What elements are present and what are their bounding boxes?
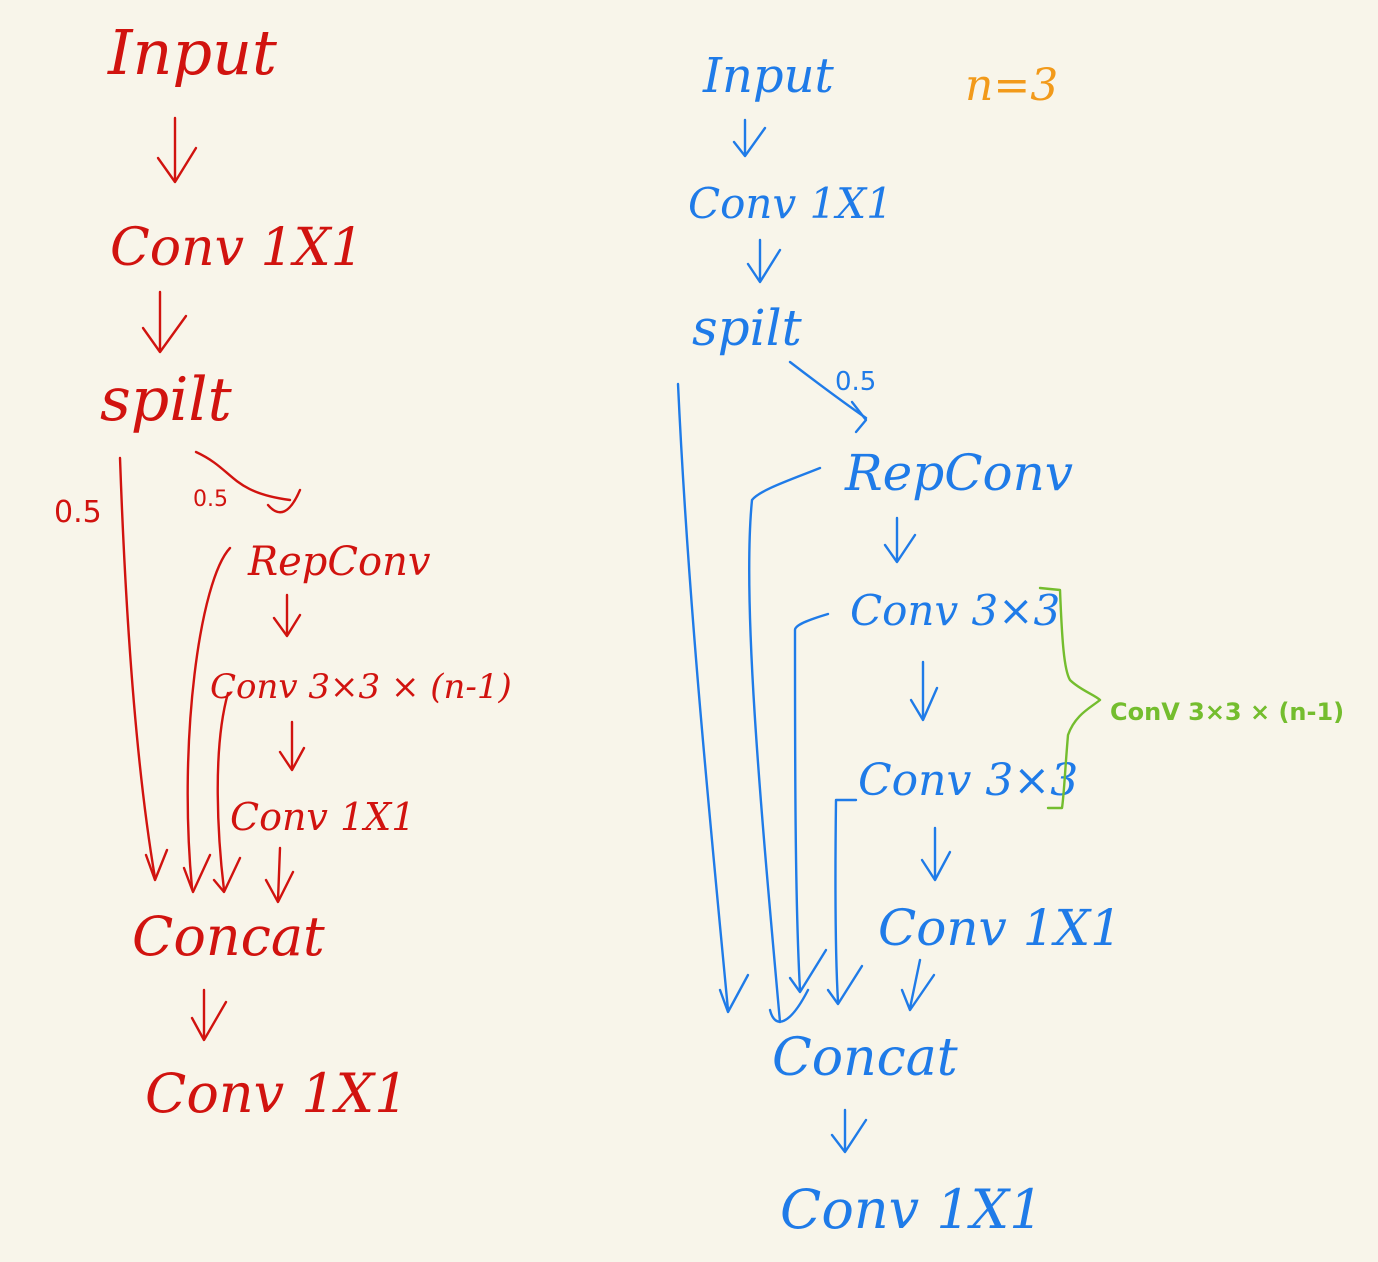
right-arrow-3 [883, 516, 917, 564]
left-split-label: spilt [100, 365, 233, 435]
right-arrow-2 [746, 238, 782, 284]
right-n-label: n=3 [965, 60, 1058, 111]
right-ratio: 0.5 [835, 367, 876, 397]
left-diagram: Input Conv 1X1 spilt 0.5 0.5 RepConv Con… [54, 16, 512, 1125]
right-arrow-7 [830, 1108, 868, 1154]
right-input-label: Input [702, 48, 835, 104]
left-arrow-5 [264, 846, 295, 904]
left-input-label: Input [107, 16, 277, 89]
left-repconv-label: RepConv [247, 539, 431, 585]
right-arrow-5 [920, 826, 952, 882]
left-ratio-b: 0.5 [193, 487, 228, 512]
right-conv-mid-label: Conv 1X1 [878, 899, 1122, 957]
right-arrow-1 [732, 118, 767, 158]
right-conv-first-label: Conv 1X1 [688, 179, 893, 228]
left-arrow-2 [141, 290, 188, 354]
diagram-canvas: Input Conv 1X1 spilt 0.5 0.5 RepConv Con… [54, 16, 1344, 1241]
right-brace-label: ConV 3×3 × (n-1) [1110, 698, 1344, 726]
right-split-label: spilt [692, 299, 803, 357]
right-arrow-4 [909, 660, 939, 722]
left-conv3-label: Conv 3×3 × (n-1) [210, 667, 512, 707]
left-concat-label: Concat [132, 905, 325, 968]
right-bypass-lines [676, 382, 864, 1024]
left-arrow-6 [190, 988, 228, 1042]
right-concat-label: Concat [772, 1028, 958, 1088]
right-repconv-label: RepConv [844, 444, 1073, 502]
left-arrow-1 [156, 116, 198, 184]
left-conv-mid-label: Conv 1X1 [230, 795, 415, 839]
left-ratio-a: 0.5 [54, 495, 102, 530]
right-arrow-6 [900, 958, 936, 1012]
right-conv3a-label: Conv 3×3 [850, 586, 1060, 635]
left-conv-last-label: Conv 1X1 [145, 1062, 408, 1125]
left-arrow-3 [272, 593, 302, 638]
left-conv-first-label: Conv 1X1 [110, 218, 364, 278]
right-diagram: Input n=3 Conv 1X1 spilt 0.5 RepConv Con… [676, 48, 1344, 1241]
right-conv3b-label: Conv 3×3 [858, 755, 1078, 806]
right-conv-last-label: Conv 1X1 [780, 1178, 1043, 1241]
left-arrow-4 [278, 720, 306, 772]
